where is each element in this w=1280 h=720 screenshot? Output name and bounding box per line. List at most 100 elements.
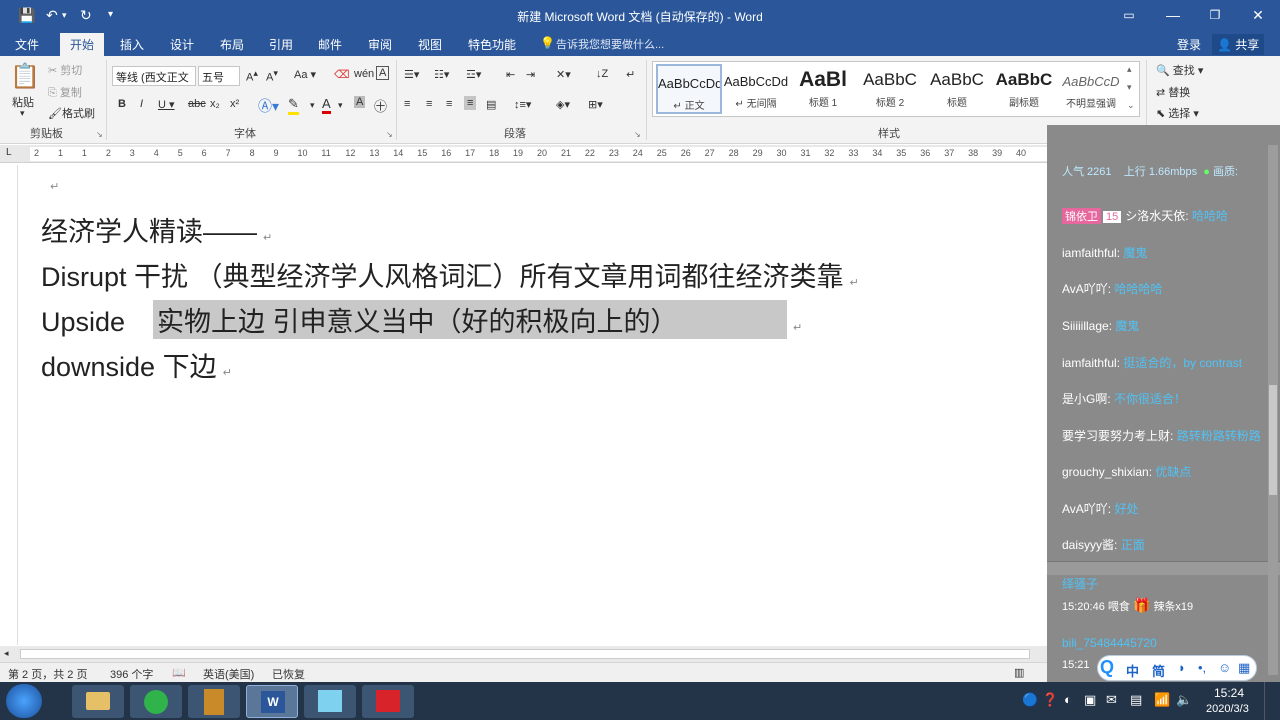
align-right-icon[interactable]: ≡	[446, 98, 452, 110]
tab-view[interactable]: 视图	[418, 36, 442, 53]
shading-icon[interactable]: ◈▾	[556, 98, 570, 111]
tab-home[interactable]: 开始	[60, 33, 105, 56]
replace-button[interactable]: ⇄ 替换	[1156, 84, 1190, 100]
change-case-icon[interactable]: Aa ▾	[294, 68, 316, 81]
qq-tray-icon[interactable]: 🔵	[1022, 692, 1038, 708]
gallery-down-icon[interactable]: ▾	[1127, 82, 1132, 93]
style-heading-1[interactable]: AaBl 标题 1	[790, 64, 856, 114]
tab-special[interactable]: 特色功能	[468, 36, 516, 53]
font-name-combo[interactable]: 等线 (西文正文	[112, 66, 196, 86]
doc-line-1[interactable]: 经济学人精读—— ↵	[41, 210, 272, 249]
superscript-icon[interactable]: x²	[230, 98, 239, 110]
maximize-button[interactable]: ❐	[1200, 4, 1230, 26]
browser-taskbar-icon[interactable]	[130, 685, 182, 718]
numbering-icon[interactable]: ☷▾	[434, 68, 449, 81]
phonetic-icon[interactable]: wén	[354, 68, 374, 80]
gallery-more-icon[interactable]: ⌄	[1127, 100, 1135, 111]
doc-line-3[interactable]: Upside 实物上边 引申意义当中（好的积极向上的） ↵	[41, 300, 802, 339]
tab-review[interactable]: 审阅	[368, 36, 392, 53]
char-border-icon[interactable]: A	[376, 66, 390, 80]
multilevel-list-icon[interactable]: ☲▾	[466, 68, 481, 81]
selected-text[interactable]: 实物上边 引申意义当中（好的积极向上的）	[153, 300, 788, 339]
ruler-track[interactable]: 2 1 1 2 3 4 5 6 7 8 9 10 11 12 13 14 15 16 17 18 19 20 21 22 23 2…	[30, 147, 1047, 161]
tray-icon[interactable]: ◐	[1064, 692, 1072, 707]
close-button[interactable]: ✕	[1243, 4, 1273, 26]
find-button[interactable]: 🔍 查找 ▾	[1156, 62, 1203, 78]
distributed-icon[interactable]: ▤	[486, 98, 496, 111]
login-link[interactable]: 登录	[1177, 36, 1201, 53]
help-tray-icon[interactable]: ❓	[1042, 692, 1058, 708]
style-heading-2[interactable]: AaBbC 标题 2	[857, 64, 923, 114]
shrink-font-icon[interactable]: A▾	[266, 68, 278, 84]
bullets-icon[interactable]: ☰▾	[404, 68, 419, 81]
tab-design[interactable]: 设计	[170, 36, 194, 53]
line-spacing-icon[interactable]: ↕≡▾	[514, 98, 531, 111]
clock-time[interactable]: 15:24	[1214, 686, 1244, 700]
proofing-icon[interactable]: 📖	[172, 666, 186, 679]
network-icon[interactable]: 📶	[1154, 692, 1170, 708]
justify-icon[interactable]: ≡	[464, 96, 477, 110]
clock-date[interactable]: 2020/3/3	[1206, 703, 1249, 715]
style-subtitle[interactable]: AaBbC 副标题	[991, 64, 1057, 114]
italic-icon[interactable]: I	[140, 98, 143, 110]
chat-scrollbar[interactable]	[1268, 145, 1278, 675]
style-no-spacing[interactable]: AaBbCcDd ↵ 无间隔	[723, 64, 789, 114]
chat-scroll-thumb[interactable]	[1269, 385, 1277, 495]
strikethrough-icon[interactable]: abc	[188, 98, 206, 110]
subscript-icon[interactable]: x₂	[210, 98, 220, 110]
show-desktop-button[interactable]	[1264, 682, 1280, 720]
align-center-icon[interactable]: ≡	[426, 98, 432, 110]
clear-format-icon[interactable]: ⌫	[334, 68, 350, 81]
enclose-char-icon[interactable]: ㊉	[374, 96, 387, 115]
tab-insert[interactable]: 插入	[120, 36, 144, 53]
chat-divider-handle[interactable]	[1047, 561, 1280, 575]
tab-layout[interactable]: 布局	[220, 36, 244, 53]
read-mode-icon[interactable]: ▥	[1014, 666, 1024, 679]
paragraph-launcher-icon[interactable]: ↘	[634, 130, 641, 139]
ime-emoji-icon[interactable]: ☺	[1218, 660, 1231, 675]
clipboard-launcher-icon[interactable]: ↘	[96, 130, 103, 139]
language-status[interactable]: 英语(美国)	[203, 666, 254, 682]
increase-indent-icon[interactable]: ⇥	[526, 68, 535, 81]
clipboard-icon[interactable]: 📋	[10, 62, 40, 91]
highlight-dropdown-icon[interactable]: ▾	[310, 100, 315, 111]
tray-icon[interactable]: ▤	[1130, 692, 1142, 708]
paste-dropdown-icon[interactable]: ▾	[20, 108, 25, 119]
tray-icon[interactable]: ✉	[1106, 692, 1117, 708]
scroll-thumb[interactable]	[20, 649, 1030, 659]
ime-punctuation-icon[interactable]: •,	[1198, 660, 1206, 675]
ime-chinese-mode[interactable]: 中	[1126, 661, 1139, 680]
scroll-left-icon[interactable]: ◂	[4, 648, 9, 659]
ime-menu-icon[interactable]: ▦	[1238, 660, 1250, 676]
format-painter-button[interactable]: 🖌格式刷	[48, 105, 95, 121]
font-launcher-icon[interactable]: ↘	[386, 130, 393, 139]
start-button[interactable]	[6, 684, 42, 718]
tab-file[interactable]: 文件	[15, 36, 39, 53]
minimize-button[interactable]: —	[1158, 4, 1188, 26]
doc-line-2[interactable]: Disrupt 干扰 （典型经济学人风格词汇）所有文章用词都往经济类靠 ↵	[41, 255, 859, 294]
highlight-icon[interactable]: ✎	[288, 96, 299, 115]
style-normal[interactable]: AaBbCcDd ↵ 正文	[656, 64, 722, 114]
explorer-taskbar-icon[interactable]	[72, 685, 124, 718]
cut-button[interactable]: ✂ 剪切	[48, 62, 82, 78]
borders-icon[interactable]: ⊞▾	[588, 98, 603, 111]
style-title[interactable]: AaBbC 标题	[924, 64, 990, 114]
tab-references[interactable]: 引用	[269, 36, 293, 53]
page-count[interactable]: 第 2 页，共 2 页	[8, 666, 87, 682]
align-left-icon[interactable]: ≡	[404, 98, 410, 110]
font-size-combo[interactable]: 五号	[198, 66, 240, 86]
font-color-icon[interactable]: A	[322, 96, 331, 114]
horizontal-scrollbar[interactable]: ◂	[0, 646, 1047, 662]
sort-icon[interactable]: ↓Z	[596, 68, 608, 80]
ime-halfwidth-icon[interactable]: ◗	[1178, 660, 1186, 675]
word-count[interactable]: 396 个字	[110, 666, 153, 682]
tell-me-input[interactable]: 告诉我您想要做什么...	[556, 36, 664, 52]
grow-font-icon[interactable]: A▴	[246, 68, 258, 84]
select-button[interactable]: ⬉ 选择 ▾	[1156, 105, 1199, 121]
tab-mailings[interactable]: 邮件	[318, 36, 342, 53]
study-app-taskbar-icon[interactable]	[362, 685, 414, 718]
copy-button[interactable]: ⎘ 复制	[48, 84, 82, 100]
live-taskbar-icon[interactable]	[304, 685, 356, 718]
gallery-up-icon[interactable]: ▴	[1127, 64, 1132, 75]
underline-icon[interactable]: U ▾	[158, 98, 175, 111]
